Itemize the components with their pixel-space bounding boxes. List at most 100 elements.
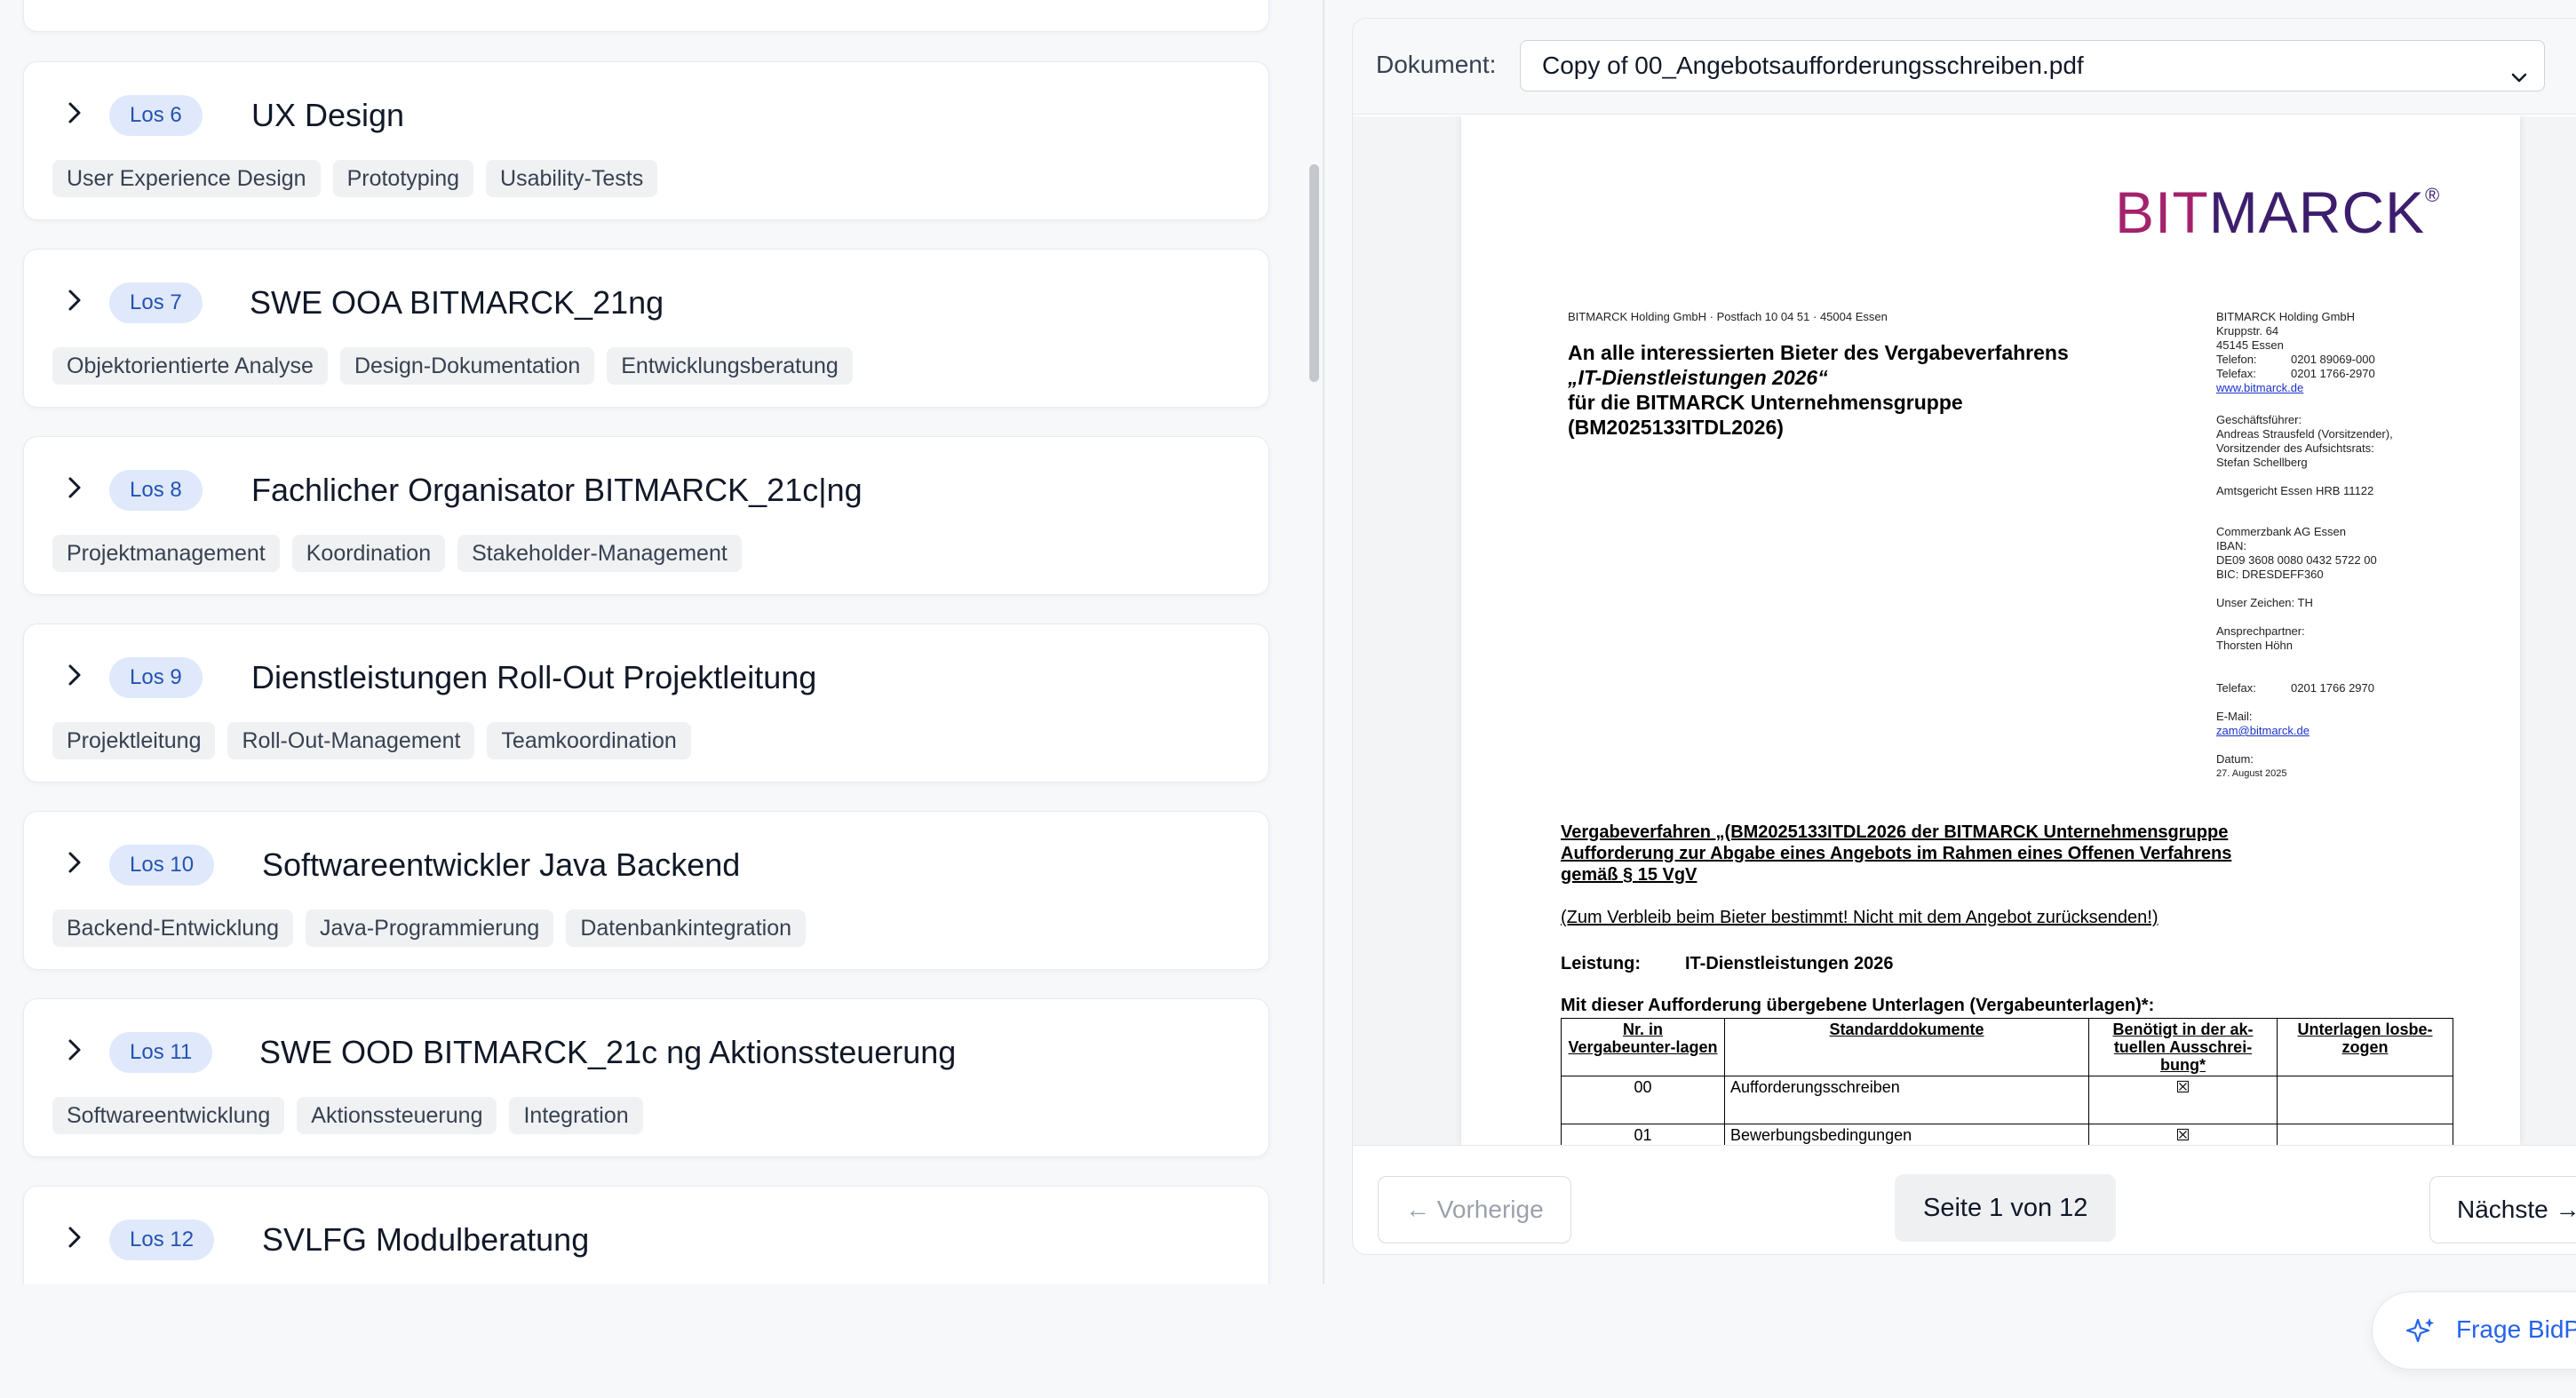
los-card-partial[interactable]	[23, 0, 1269, 32]
los-tags: Objektorientierte Analyse Design-Dokumen…	[52, 347, 853, 385]
leistung-value: IT-Dienstleistungen 2026	[1685, 954, 1894, 973]
los-card-7[interactable]: Los 7 SWE OOA BITMARCK_21ng Objektorient…	[23, 249, 1269, 408]
los-tags: Backend-Entwicklung Java-Programmierung …	[52, 909, 807, 947]
table-header: Unterlagen losbe-zogen	[2277, 1018, 2453, 1076]
document-select[interactable]: Copy of 00_Angebotsaufforderungsschreibe…	[1520, 40, 2545, 91]
address-line: 0201 89069-000	[2291, 353, 2375, 366]
table-row: 01 Bewerbungsbedingungen ☒	[1561, 1124, 2453, 1145]
document-select-value: Copy of 00_Angebotsaufforderungsschreibe…	[1542, 52, 2084, 79]
table-cell: Bewerbungsbedingungen	[1724, 1124, 2089, 1145]
tag: Projektleitung	[52, 722, 216, 759]
address-line: Kruppstr. 64	[2216, 324, 2279, 338]
next-page-button[interactable]: Nächste →	[2429, 1176, 2576, 1243]
los-title: Softwareentwickler Java Backend	[262, 846, 741, 883]
table-intro: Mit dieser Aufforderung übergebene Unter…	[1561, 996, 2155, 1015]
scrollbar-thumb[interactable]	[1309, 164, 1319, 382]
bank-line: DE09 3608 0080 0432 5722 00	[2216, 553, 2377, 567]
chevron-down-icon	[2508, 55, 2530, 105]
subject-line: Vergabeverfahren „(BM2025133ITDL2026 der…	[1561, 822, 2229, 842]
tag: Teamkoordination	[487, 722, 691, 759]
table-header-row: Nr. in Vergabeunter-lagen Standarddokume…	[1561, 1018, 2453, 1076]
bank-line: BIC: DRESDEFF360	[2216, 568, 2324, 581]
los-title: SVLFG Modulberatung	[262, 1221, 590, 1258]
contact-line: Ansprechpartner:	[2216, 624, 2305, 638]
date-value: 27. August 2025	[2216, 768, 2287, 779]
address-line: 0201 1766-2970	[2291, 367, 2375, 380]
bank-line: IBAN:	[2216, 539, 2246, 552]
contact-line: Thorsten Höhn	[2216, 639, 2293, 652]
chevron-right-icon[interactable]	[60, 660, 90, 690]
court-line: Amtsgericht Essen HRB 11122	[2216, 484, 2374, 497]
table-cell: 01	[1561, 1124, 1725, 1145]
management-line: Geschäftsführer:	[2216, 413, 2302, 426]
los-title: SWE OOD BITMARCK_21c ng Aktionssteuerung	[259, 1034, 957, 1070]
table-cell: 00	[1561, 1076, 1725, 1124]
subject-line: Aufforderung zur Abgabe eines Angebots i…	[1561, 844, 2232, 863]
los-badge: Los 10	[109, 845, 215, 886]
tag: Prototyping	[332, 160, 474, 197]
email-link[interactable]: zam@bitmarck.de	[2216, 724, 2310, 738]
chevron-right-icon[interactable]	[60, 847, 90, 878]
chevron-right-icon[interactable]	[60, 1222, 90, 1252]
recipient-line: „IT-Dienstleistungen 2026“	[1568, 366, 1828, 389]
los-tags: Projektmanagement Koordination Stakehold…	[52, 535, 742, 572]
los-badge: Los 6	[109, 95, 203, 136]
document-toolbar: Dokument: Copy of 00_Angebotsaufforderun…	[1353, 19, 2576, 115]
tag: Backend-Entwicklung	[52, 909, 294, 947]
los-card-6[interactable]: Los 6 UX Design User Experience Design P…	[23, 61, 1269, 220]
table-header: Nr. in Vergabeunter-lagen	[1561, 1018, 1725, 1076]
sparkle-icon	[2405, 1315, 2437, 1352]
los-badge: Los 12	[109, 1219, 215, 1260]
los-list-panel[interactable]: Los 6 UX Design User Experience Design P…	[0, 0, 1322, 1284]
pagination-bar: ← Vorherige Seite 1 von 12 Nächste →	[1353, 1145, 2576, 1254]
chevron-right-icon[interactable]	[60, 285, 90, 315]
los-badge: Los 11	[109, 1032, 213, 1073]
los-card-10[interactable]: Los 10 Softwareentwickler Java Backend B…	[23, 811, 1269, 970]
tag: User Experience Design	[52, 160, 321, 197]
table-header: Benötigt in der ak-tuellen Ausschrei-bun…	[2088, 1018, 2278, 1076]
recipient-line: (BM2025133ITDL2026)	[1568, 416, 1784, 439]
chevron-right-icon[interactable]	[60, 1035, 90, 1065]
leistung-label: Leistung:	[1561, 954, 1641, 973]
los-card-11[interactable]: Los 11 SWE OOD BITMARCK_21c ng Aktionsst…	[23, 998, 1269, 1157]
reference-line: Unser Zeichen: TH	[2216, 596, 2313, 609]
chevron-right-icon[interactable]	[60, 98, 90, 128]
previous-page-button[interactable]: ← Vorherige	[1378, 1176, 1571, 1243]
management-line: Vorsitzender des Aufsichtsrats:	[2216, 441, 2374, 455]
date-label: Datum:	[2216, 752, 2254, 766]
los-title: Dienstleistungen Roll-Out Projektleitung	[251, 659, 817, 695]
website-link[interactable]: www.bitmarck.de	[2216, 381, 2303, 395]
los-tags: Softwareentwicklung Aktionssteuerung Int…	[52, 1097, 643, 1134]
tag: Usability-Tests	[486, 160, 658, 197]
los-card-9[interactable]: Los 9 Dienstleistungen Roll-Out Projektl…	[23, 624, 1269, 782]
ask-assistant-label: Frage BidPilot	[2456, 1315, 2576, 1343]
pdf-viewport[interactable]: BITMARCK® BITMARCK Holding GmbH · Postfa…	[1353, 116, 2576, 1145]
fax-label: Telefax:	[2216, 681, 2256, 695]
los-card-12[interactable]: Los 12 SVLFG Modulberatung	[23, 1186, 1269, 1284]
los-tags: Projektleitung Roll-Out-Management Teamk…	[52, 722, 691, 759]
email-label: E-Mail:	[2216, 710, 2253, 723]
document-label: Dokument:	[1376, 51, 1497, 78]
ask-assistant-button[interactable]: Frage BidPilot	[2372, 1291, 2576, 1370]
address-line: Telefon:	[2216, 353, 2257, 366]
checkbox-checked-icon: ☒	[2088, 1076, 2278, 1124]
address-line: 45145 Essen	[2216, 338, 2284, 352]
tag: Entwicklungsberatung	[607, 347, 853, 385]
los-badge: Los 7	[109, 282, 203, 323]
note-line: (Zum Verbleib beim Bieter bestimmt! Nich…	[1561, 908, 2159, 927]
table-cell: Aufforderungsschreiben	[1724, 1076, 2089, 1124]
los-card-8[interactable]: Los 8 Fachlicher Organisator BITMARCK_21…	[23, 436, 1269, 595]
tag: Projektmanagement	[52, 535, 280, 572]
tag: Design-Dokumentation	[339, 347, 595, 385]
los-title: SWE OOA BITMARCK_21ng	[250, 284, 664, 321]
recipient-line: für die BITMARCK Unternehmensgruppe	[1568, 391, 1963, 414]
recipient-line: An alle interessierten Bieter des Vergab…	[1568, 341, 2069, 364]
sender-line: BITMARCK Holding GmbH · Postfach 10 04 5…	[1568, 310, 1888, 323]
panel-divider	[1323, 0, 1324, 1284]
table-row: 00 Aufforderungsschreiben ☒	[1561, 1076, 2453, 1124]
tag: Koordination	[291, 535, 446, 572]
page-indicator: Seite 1 von 12	[1895, 1174, 2117, 1242]
tag: Java-Programmierung	[306, 909, 554, 947]
table-cell	[2277, 1076, 2453, 1124]
chevron-right-icon[interactable]	[60, 473, 90, 503]
